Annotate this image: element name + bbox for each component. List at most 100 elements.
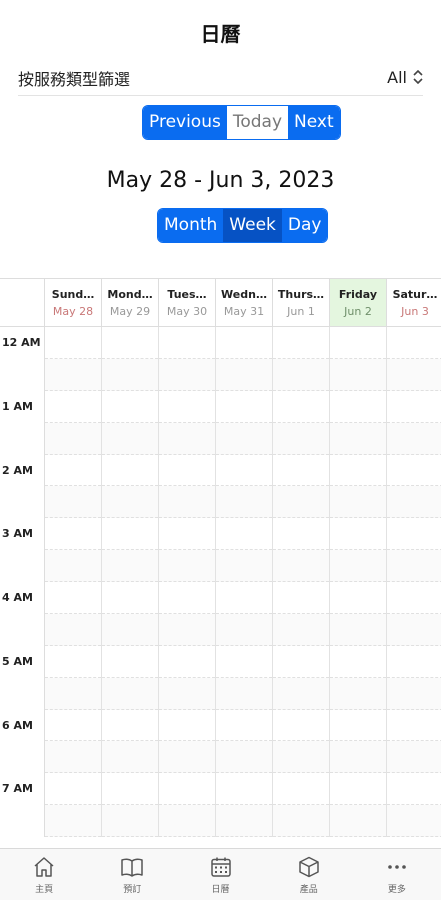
tab-calendar[interactable]: 日曆 (176, 849, 264, 900)
time-slot-cell[interactable] (159, 454, 216, 519)
day-date: Jun 3 (401, 305, 429, 318)
time-slot-cell[interactable] (387, 582, 441, 646)
date-range-title: May 28 - Jun 3, 2023 (106, 168, 335, 193)
time-slot-cell[interactable] (45, 709, 102, 774)
time-slot-cell[interactable] (102, 773, 159, 837)
day-view-button[interactable]: Day (281, 209, 328, 242)
time-slot-cell[interactable] (387, 327, 441, 391)
box-icon (298, 856, 319, 878)
time-slot-cell[interactable] (330, 327, 387, 391)
time-slot-cell[interactable] (387, 455, 441, 519)
time-slot-cell[interactable] (216, 518, 273, 582)
hour-label: 3 AM (0, 518, 45, 582)
calendar-icon (210, 857, 231, 877)
day-date: May 29 (109, 305, 151, 318)
time-slot-cell[interactable] (102, 518, 159, 582)
day-header-thursday[interactable]: Thurs… Jun 1 (273, 279, 330, 326)
time-slot-cell[interactable] (216, 327, 273, 391)
time-slot-cell[interactable] (216, 645, 273, 710)
next-button[interactable]: Next (288, 106, 340, 139)
day-header-monday[interactable]: Mond… May 29 (102, 279, 159, 326)
filter-value: All (387, 68, 407, 87)
time-slot-cell[interactable] (159, 773, 216, 837)
time-slot-cell[interactable] (216, 773, 273, 837)
day-header-tuesday[interactable]: Tues… May 30 (159, 279, 216, 326)
hour-label: 4 AM (0, 582, 45, 646)
filter-label: 按服務類型篩選 (18, 69, 131, 89)
time-slot-cell[interactable] (330, 454, 387, 519)
time-slot-cell[interactable] (159, 518, 216, 582)
time-slot-cell[interactable] (102, 454, 159, 519)
hour-row: 5 AM (0, 645, 441, 710)
day-header-friday-today[interactable]: Friday Jun 2 (330, 279, 387, 326)
time-slot-cell[interactable] (330, 709, 387, 774)
time-slot-cell[interactable] (216, 454, 273, 519)
hour-row: 2 AM (0, 454, 441, 519)
book-icon (121, 858, 144, 877)
time-slot-cell[interactable] (45, 518, 102, 582)
time-slot-cell[interactable] (159, 327, 216, 391)
time-slot-cell[interactable] (330, 773, 387, 837)
today-button[interactable]: Today (226, 106, 289, 139)
time-slot-cell[interactable] (387, 391, 441, 455)
more-icon (388, 865, 406, 869)
time-slot-cell[interactable] (216, 390, 273, 455)
month-view-button[interactable]: Month (158, 209, 224, 242)
service-type-filter[interactable]: 按服務類型篩選 All (18, 60, 423, 96)
time-slot-cell[interactable] (273, 327, 330, 391)
tab-home[interactable]: 主頁 (0, 849, 88, 900)
day-name: Sund… (51, 288, 95, 301)
hour-row: 12 AM (0, 327, 441, 391)
time-slot-cell[interactable] (45, 327, 102, 391)
tab-label: 更多 (387, 885, 406, 895)
week-view-button[interactable]: Week (223, 209, 282, 242)
tab-label: 日曆 (211, 885, 230, 895)
hour-row: 4 AM (0, 582, 441, 646)
time-slot-cell[interactable] (102, 390, 159, 455)
time-slot-cell[interactable] (45, 454, 102, 519)
tab-more[interactable]: 更多 (353, 849, 441, 900)
time-slot-cell[interactable] (159, 709, 216, 774)
time-slot-cell[interactable] (330, 582, 387, 646)
time-slot-cell[interactable] (216, 709, 273, 774)
time-slot-cell[interactable] (387, 773, 441, 837)
weekday-header-row: Sund… May 28 Mond… May 29 Tues… May 30 W… (0, 279, 441, 327)
time-slot-cell[interactable] (273, 518, 330, 582)
time-slot-cell[interactable] (102, 327, 159, 391)
tab-bookings[interactable]: 預訂 (88, 849, 176, 900)
time-slot-cell[interactable] (387, 646, 441, 710)
time-slot-cell[interactable] (330, 645, 387, 710)
time-slot-cell[interactable] (387, 710, 441, 774)
time-slot-cell[interactable] (102, 709, 159, 774)
hour-label: 5 AM (0, 645, 45, 710)
previous-button[interactable]: Previous (143, 106, 227, 139)
time-slot-cell[interactable] (102, 645, 159, 710)
time-slot-cell[interactable] (330, 390, 387, 455)
time-slot-cell[interactable] (273, 582, 330, 646)
time-slot-cell[interactable] (273, 645, 330, 710)
time-slot-cell[interactable] (45, 645, 102, 710)
time-slot-cell[interactable] (45, 582, 102, 646)
time-slot-cell[interactable] (159, 645, 216, 710)
day-header-sunday[interactable]: Sund… May 28 (45, 279, 102, 326)
time-slot-cell[interactable] (102, 582, 159, 646)
time-slot-cell[interactable] (159, 582, 216, 646)
day-header-saturday[interactable]: Satur… Jun 3 (387, 279, 441, 326)
tab-products[interactable]: 產品 (265, 849, 353, 900)
chevron-up-down-icon (413, 69, 423, 86)
time-slot-cell[interactable] (330, 518, 387, 582)
day-header-wednesday[interactable]: Wedn… May 31 (216, 279, 273, 326)
time-slot-cell[interactable] (273, 454, 330, 519)
time-slot-cell[interactable] (273, 390, 330, 455)
filter-select[interactable]: All (387, 68, 423, 87)
time-slot-cell[interactable] (273, 709, 330, 774)
day-date: May 28 (52, 305, 94, 318)
time-slot-cell[interactable] (216, 582, 273, 646)
time-slot-cell[interactable] (387, 518, 441, 582)
day-date: May 30 (166, 305, 208, 318)
time-slot-cell[interactable] (159, 390, 216, 455)
time-slot-cell[interactable] (45, 773, 102, 837)
time-slot-cell[interactable] (273, 773, 330, 837)
day-name: Friday (338, 288, 378, 301)
time-slot-cell[interactable] (45, 390, 102, 455)
